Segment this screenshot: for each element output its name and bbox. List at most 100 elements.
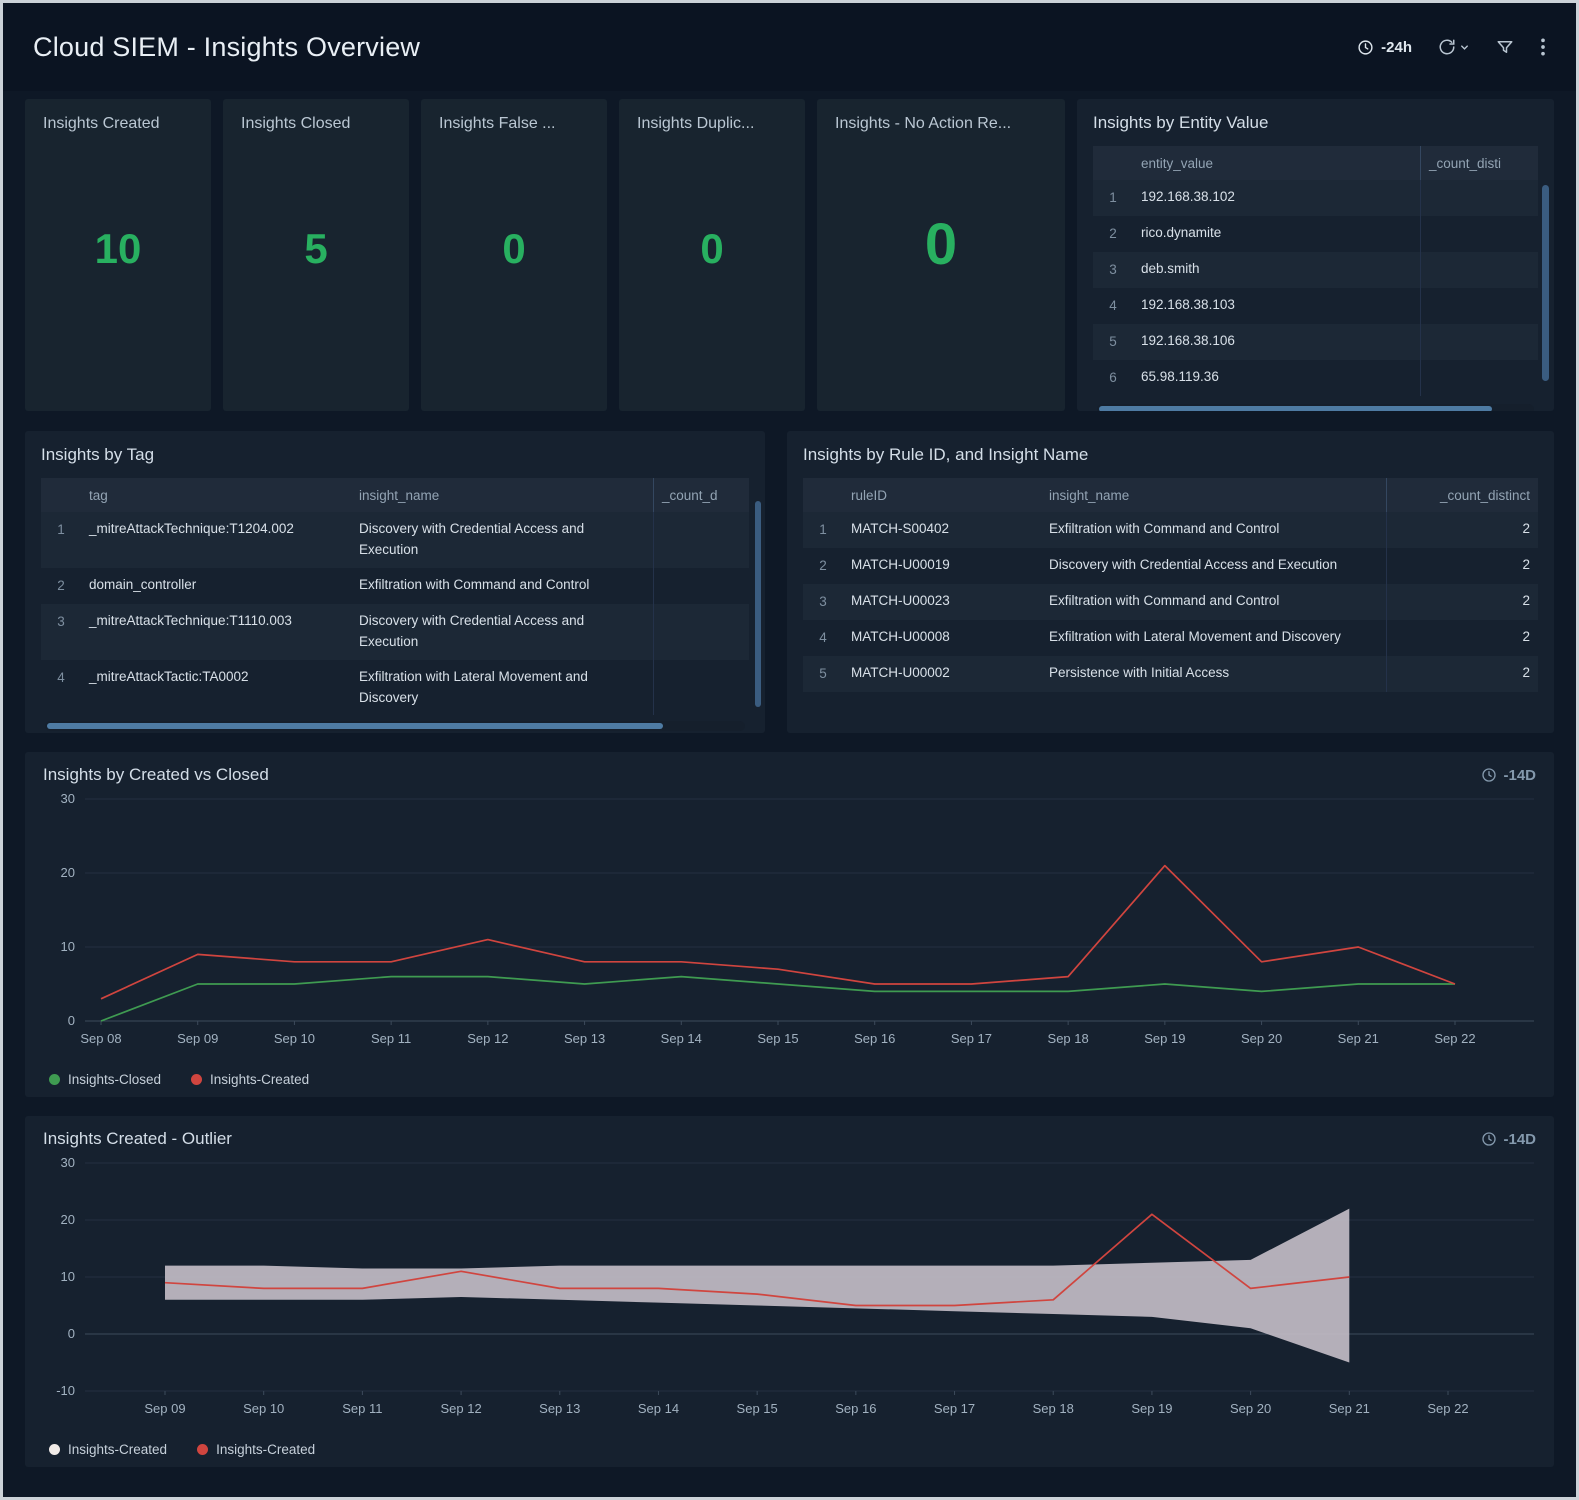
svg-text:Sep 14: Sep 14 xyxy=(638,1401,679,1416)
table-row[interactable]: 5192.168.38.106 xyxy=(1093,324,1538,360)
svg-text:Sep 19: Sep 19 xyxy=(1144,1031,1185,1046)
stat-panel-0: Insights Created10 xyxy=(25,99,211,411)
svg-text:Sep 17: Sep 17 xyxy=(934,1401,975,1416)
svg-text:Sep 09: Sep 09 xyxy=(144,1401,185,1416)
hscroll-thumb[interactable] xyxy=(1099,406,1492,411)
svg-text:Sep 22: Sep 22 xyxy=(1427,1401,1468,1416)
table-row[interactable]: 665.98.119.36 xyxy=(1093,360,1538,396)
row-number: 3 xyxy=(1093,252,1133,288)
rule-id-cell: MATCH-U00002 xyxy=(843,656,1041,692)
svg-text:Sep 10: Sep 10 xyxy=(243,1401,284,1416)
stat-panel-3: Insights Duplic...0 xyxy=(619,99,805,411)
rule-id-table: ruleIDinsight_name_count_distinct1MATCH-… xyxy=(803,478,1538,692)
svg-text:30: 30 xyxy=(61,1155,75,1170)
chart-legend: Insights-Closed Insights-Created xyxy=(43,1072,1536,1087)
column-header[interactable]: insight_name xyxy=(351,478,653,512)
clock-icon xyxy=(1481,1131,1497,1147)
insight-name-cell: Persistence with Initial Access xyxy=(1041,656,1386,692)
count-cell xyxy=(1420,252,1538,288)
table-row[interactable]: 1192.168.38.102 xyxy=(1093,180,1538,216)
column-header[interactable]: _count_d xyxy=(653,478,749,512)
table-row[interactable]: 4_mitreAttackTactic:TA0002Exfiltration w… xyxy=(41,660,749,716)
stat-label: Insights Created xyxy=(43,115,193,133)
table-row[interactable]: 3deb.smith xyxy=(1093,252,1538,288)
table-row[interactable]: 5MATCH-U00002Persistence with Initial Ac… xyxy=(803,656,1538,692)
svg-text:Sep 21: Sep 21 xyxy=(1329,1401,1370,1416)
entity-value-cell: 192.168.38.106 xyxy=(1133,324,1420,360)
svg-text:10: 10 xyxy=(61,939,75,954)
filter-button[interactable] xyxy=(1496,38,1514,56)
table-row[interactable]: 1MATCH-S00402Exfiltration with Command a… xyxy=(803,512,1538,548)
table-row[interactable]: 3_mitreAttackTechnique:T1110.003Discover… xyxy=(41,604,749,660)
insight-name-cell: Discovery with Credential Access and Exe… xyxy=(1041,548,1386,584)
hscroll-thumb[interactable] xyxy=(47,723,663,729)
column-header[interactable]: _count_disti xyxy=(1420,146,1538,180)
table-row[interactable]: 1_mitreAttackTechnique:T1204.002Discover… xyxy=(41,512,749,568)
time-range-label: -24h xyxy=(1381,39,1412,56)
chart-time-range-button[interactable]: -14D xyxy=(1481,1131,1536,1148)
row-number: 5 xyxy=(803,656,843,692)
table-row[interactable]: 3MATCH-U00023Exfiltration with Command a… xyxy=(803,584,1538,620)
stat-panel-1: Insights Closed5 xyxy=(223,99,409,411)
column-header[interactable]: _count_distinct xyxy=(1386,478,1538,512)
table-row[interactable]: 4MATCH-U00008Exfiltration with Lateral M… xyxy=(803,620,1538,656)
panel-header: Insights by Created vs Closed -14D xyxy=(43,765,1536,785)
svg-text:Sep 09: Sep 09 xyxy=(177,1031,218,1046)
svg-text:Sep 20: Sep 20 xyxy=(1230,1401,1271,1416)
svg-text:-10: -10 xyxy=(56,1383,75,1398)
legend-item[interactable]: Insights-Created xyxy=(191,1072,309,1087)
legend-item[interactable]: Insights-Created xyxy=(49,1442,167,1457)
column-header[interactable]: insight_name xyxy=(1041,478,1386,512)
header-actions: -24h xyxy=(1357,37,1546,57)
table-row[interactable]: 2MATCH-U00019Discovery with Credential A… xyxy=(803,548,1538,584)
row-number: 2 xyxy=(803,548,843,584)
table-row[interactable]: 2rico.dynamite xyxy=(1093,216,1538,252)
column-header[interactable]: tag xyxy=(81,478,351,512)
stat-value: 0 xyxy=(835,211,1047,278)
count-cell xyxy=(1420,180,1538,216)
tag-cell: _mitreAttackTechnique:T1204.002 xyxy=(81,512,351,568)
time-range-button[interactable]: -24h xyxy=(1357,39,1412,56)
svg-text:Sep 15: Sep 15 xyxy=(757,1031,798,1046)
tag-table-vscrollbar[interactable] xyxy=(755,501,761,707)
table-row[interactable]: 2domain_controllerExfiltration with Comm… xyxy=(41,568,749,604)
stat-panel-4: Insights - No Action Re... 0 xyxy=(817,99,1065,411)
row-number: 4 xyxy=(1093,288,1133,324)
chart-time-range-button[interactable]: -14D xyxy=(1481,767,1536,784)
stat-label: Insights False ... xyxy=(439,115,589,133)
entity-table-hscrollbar xyxy=(1097,404,1534,411)
row-number: 2 xyxy=(41,568,81,604)
created-vs-closed-chart: 0102030Sep 08Sep 09Sep 10Sep 11Sep 12Sep… xyxy=(43,785,1542,1059)
column-header[interactable]: ruleID xyxy=(843,478,1041,512)
insight-name-cell: Exfiltration with Lateral Movement and D… xyxy=(351,660,653,716)
count-cell xyxy=(653,512,749,568)
dashboard: Cloud SIEM - Insights Overview -24h xyxy=(3,3,1576,1467)
legend-item[interactable]: Insights-Created xyxy=(197,1442,315,1457)
tag-table-hscrollbar xyxy=(45,721,745,731)
insight-name-cell: Exfiltration with Lateral Movement and D… xyxy=(1041,620,1386,656)
rule-id-cell: MATCH-U00019 xyxy=(843,548,1041,584)
insights-by-rule-id-panel: Insights by Rule ID, and Insight Name ru… xyxy=(787,431,1554,733)
column-header[interactable]: entity_value xyxy=(1133,146,1420,180)
count-cell xyxy=(1420,324,1538,360)
legend-item[interactable]: Insights-Closed xyxy=(49,1072,161,1087)
dashboard-body: Insights Created10Insights Closed5Insigh… xyxy=(3,91,1576,1467)
tag-cell: _mitreAttackTechnique:T1110.003 xyxy=(81,604,351,660)
svg-text:Sep 11: Sep 11 xyxy=(342,1401,382,1416)
stat-panel-2: Insights False ...0 xyxy=(421,99,607,411)
stat-label: Insights Closed xyxy=(241,115,391,133)
table-row[interactable]: 4192.168.38.103 xyxy=(1093,288,1538,324)
svg-text:Sep 17: Sep 17 xyxy=(951,1031,992,1046)
row-number: 3 xyxy=(41,604,81,660)
entity-table-vscrollbar[interactable] xyxy=(1542,185,1549,381)
refresh-button[interactable] xyxy=(1438,38,1470,56)
kebab-menu-button[interactable] xyxy=(1540,37,1546,57)
insights-by-entity-value-panel: Insights by Entity Value entity_value_co… xyxy=(1077,99,1554,411)
svg-text:Sep 16: Sep 16 xyxy=(835,1401,876,1416)
count-cell: 2 xyxy=(1386,548,1538,584)
stat-label: Insights - No Action Re... xyxy=(835,115,1047,133)
entity-value-cell: 192.168.38.102 xyxy=(1133,180,1420,216)
panel-title: Insights by Tag xyxy=(41,445,749,465)
panel-title: Insights by Created vs Closed xyxy=(43,765,269,785)
legend-dot-icon xyxy=(49,1444,60,1455)
